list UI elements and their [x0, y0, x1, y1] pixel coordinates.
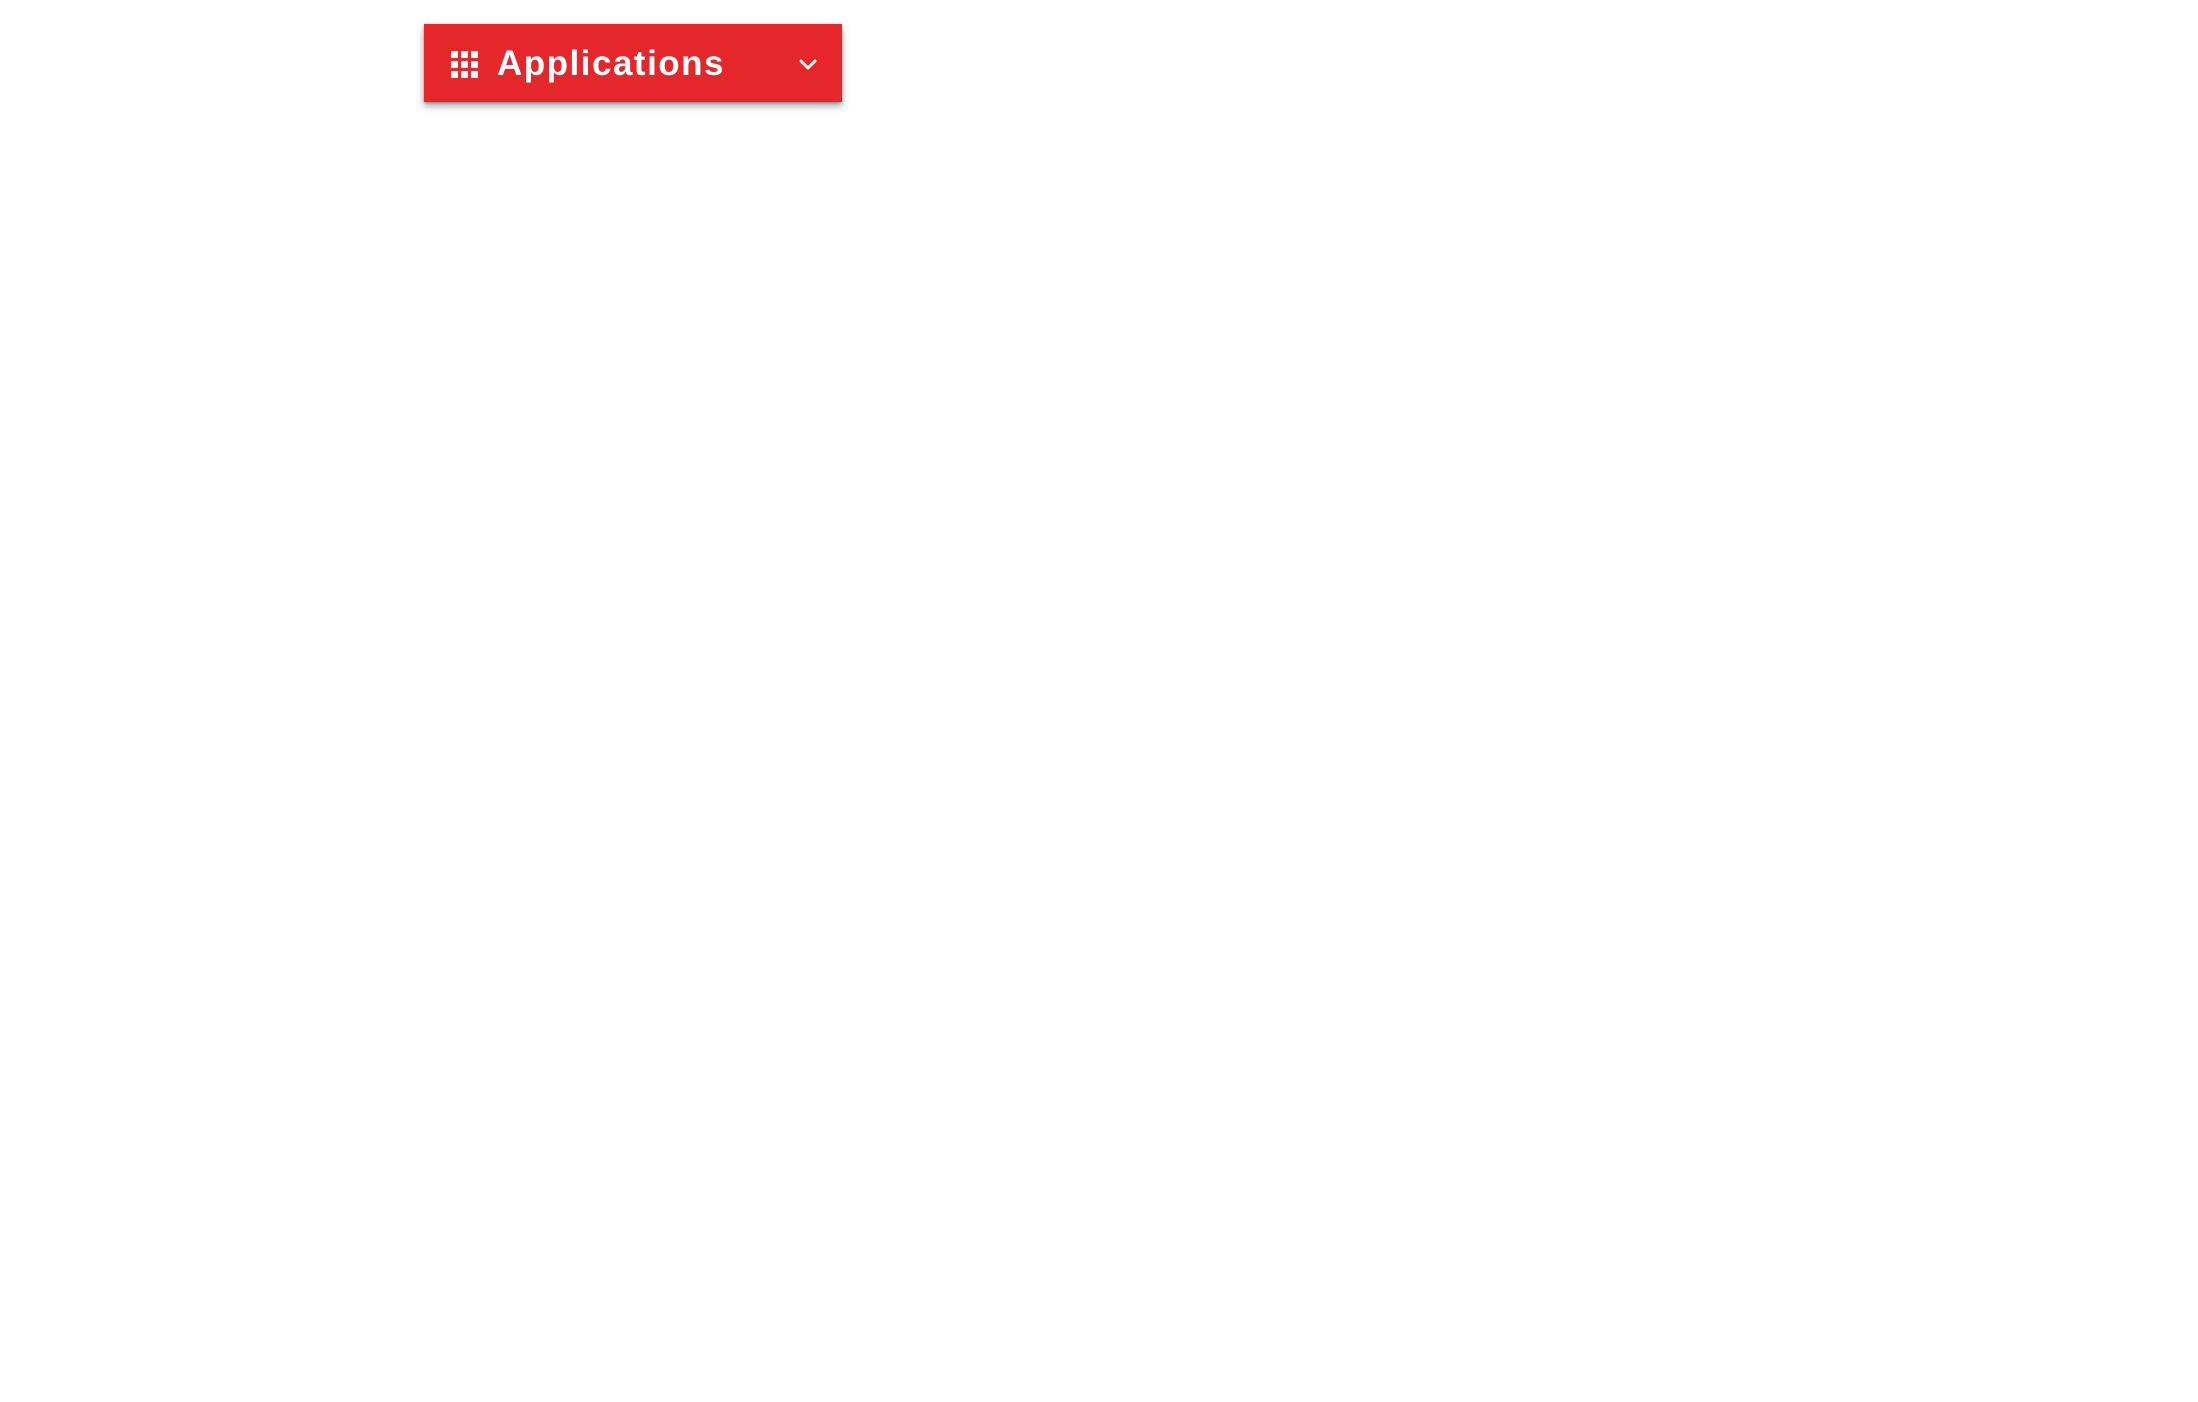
chevron-down-icon — [796, 52, 820, 76]
applications-label: Applications — [497, 43, 726, 83]
apps-grid-icon — [451, 50, 478, 78]
applications-dropdown-button[interactable]: Applications — [424, 24, 842, 102]
